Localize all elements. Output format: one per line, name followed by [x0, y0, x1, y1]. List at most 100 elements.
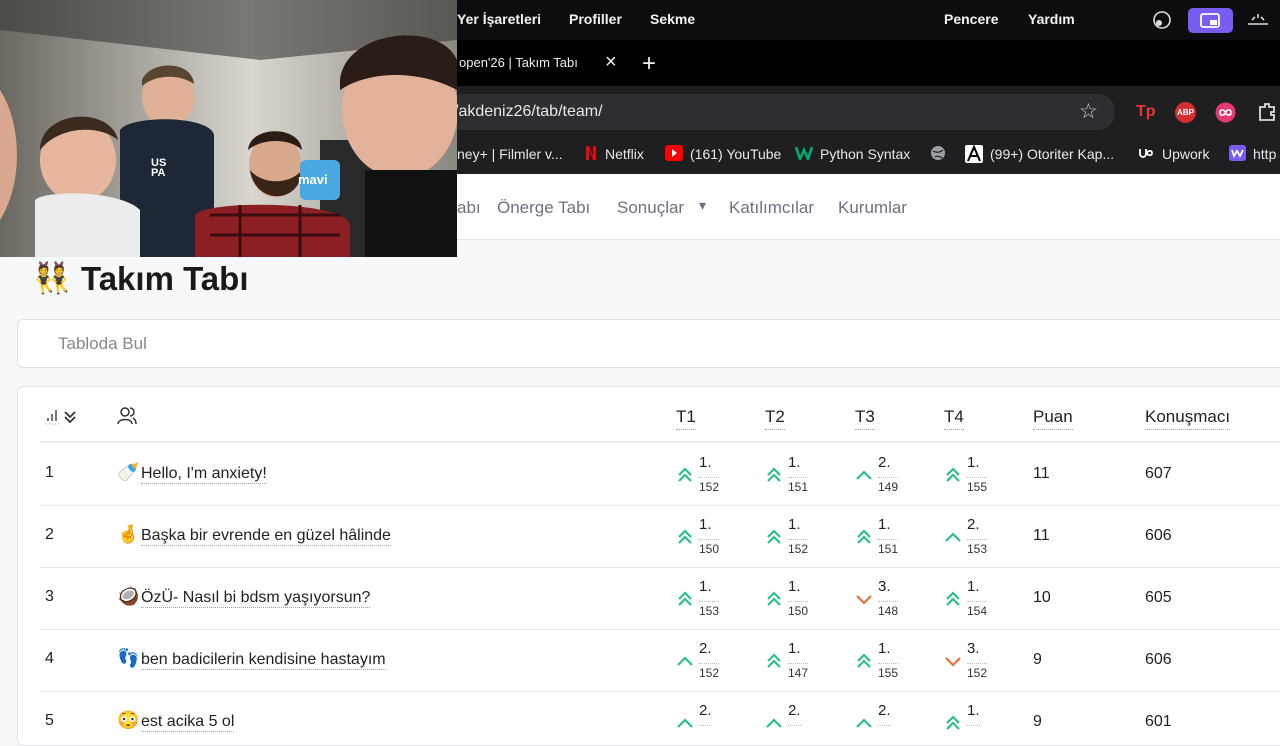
round-place: 1.	[699, 454, 712, 471]
results-dropdown-caret-icon[interactable]: ▾	[699, 197, 706, 214]
team-name-link[interactable]: est acika 5 ol	[141, 713, 235, 732]
row-divider	[40, 691, 1280, 692]
round-place: 1.	[878, 640, 891, 657]
globe-icon[interactable]	[930, 145, 946, 161]
round-speaks: 155	[967, 477, 988, 495]
team-tab-table	[17, 386, 1280, 746]
row-divider	[40, 505, 1280, 506]
menu-profiles[interactable]: Profiller	[569, 11, 622, 27]
new-tab-button[interactable]: +	[642, 50, 656, 78]
team-points: 9	[1033, 713, 1042, 730]
round-place: 1.	[699, 578, 712, 595]
team-name-link[interactable]: ÖzÜ- Nasıl bi bdsm yaşıyorsun?	[141, 589, 371, 608]
round-result: 1. 155	[967, 454, 988, 495]
round-place: 1.	[967, 702, 980, 719]
round-result: 2.	[699, 703, 712, 727]
round-result-icon	[676, 466, 696, 484]
bookmark-otoriter[interactable]: (99+) Otoriter Kap...	[990, 146, 1114, 162]
tab-close-icon[interactable]: ×	[605, 51, 617, 74]
adblock-icon[interactable]: ABP	[1175, 102, 1196, 123]
col-header-t4[interactable]: T4	[944, 407, 964, 430]
team-emoji: 🥥	[117, 586, 140, 606]
tab-title: open'26 | Takım Tabı	[459, 55, 578, 70]
round-speaks: 152	[967, 663, 988, 681]
round-result-icon	[676, 714, 696, 732]
round-speaks: 147	[788, 663, 809, 681]
bookmark-netflix[interactable]: Netflix	[605, 146, 644, 162]
bookmark-star-icon[interactable]: ☆	[1079, 99, 1098, 124]
team-name-link[interactable]: Başka bir evrende en güzel hâlinde	[141, 527, 391, 546]
nav-link-motion-tab[interactable]: Önerge Tabı	[497, 198, 590, 218]
nav-link-tab[interactable]: abı	[457, 198, 481, 218]
round-speaks: 153	[967, 539, 988, 557]
tab-active[interactable]: open'26 | Takım Tabı ×	[430, 46, 630, 80]
status-menu-icon[interactable]	[1152, 10, 1172, 30]
nav-link-results[interactable]: Sonuçlar	[617, 198, 684, 218]
col-header-t1[interactable]: T1	[676, 407, 696, 430]
webcam-overlay: US PA mavi	[0, 0, 457, 257]
team-name-link[interactable]: ben badicilerin kendisine hastayım	[141, 651, 386, 670]
screen-share-icon[interactable]	[1188, 8, 1233, 33]
team-name-link[interactable]: Hello, I'm anxiety!	[141, 465, 267, 484]
round-result-icon	[855, 466, 875, 484]
team-points: 11	[1033, 465, 1050, 482]
extension-infinity-icon[interactable]	[1215, 102, 1236, 123]
page-title: Takım Tabı	[81, 260, 249, 297]
round-result: 2.	[878, 703, 891, 727]
team-users-icon[interactable]	[116, 405, 138, 427]
menu-bookmarks[interactable]: Yer İşaretleri	[457, 11, 541, 27]
extensions-puzzle-icon[interactable]	[1256, 101, 1278, 123]
round-result-icon	[944, 466, 964, 484]
row-rank: 3	[45, 588, 54, 605]
round-result: 1. 154	[967, 579, 988, 619]
round-result-icon	[944, 714, 964, 732]
col-header-points[interactable]: Puan	[1033, 407, 1073, 430]
w3schools-icon	[795, 146, 813, 160]
team-emoji: 🍼	[117, 462, 140, 482]
round-place: 1.	[967, 454, 980, 471]
bookmark-disney[interactable]: ney+ | Filmler v...	[457, 146, 563, 162]
menu-help[interactable]: Yardım	[1028, 11, 1075, 27]
table-search-input[interactable]	[58, 334, 658, 354]
bookmark-http[interactable]: http	[1253, 146, 1276, 162]
team-speaker-total: 607	[1145, 465, 1172, 482]
menu-window[interactable]: Pencere	[944, 11, 998, 27]
sort-rank-icon[interactable]	[46, 407, 78, 425]
round-place: 1.	[788, 578, 801, 595]
bookmark-python-syntax[interactable]: Python Syntax	[820, 146, 910, 162]
round-place: 2.	[699, 640, 712, 657]
col-header-t2[interactable]: T2	[765, 407, 785, 430]
team-emoji: 🤞	[117, 524, 140, 544]
round-result: 3. 152	[967, 641, 988, 681]
extension-tp-icon[interactable]: Tp	[1136, 103, 1156, 121]
round-result-icon	[765, 590, 785, 608]
nav-link-participants[interactable]: Katılımcılar	[729, 198, 814, 218]
webcam-shirt-text: US PA	[151, 157, 167, 179]
round-result: 1. 155	[878, 640, 899, 681]
round-place: 1.	[878, 516, 891, 533]
col-header-t3[interactable]: T3	[855, 407, 875, 430]
col-header-speaker[interactable]: Konuşmacı	[1145, 407, 1231, 430]
round-result-icon	[676, 590, 696, 608]
team-speaker-total: 601	[1145, 713, 1172, 730]
round-result: 1. 152	[699, 454, 720, 495]
address-bar[interactable]: /akdeniz26/tab/team/ ☆	[430, 94, 1115, 130]
round-speaks: 150	[699, 539, 720, 557]
bookmark-youtube[interactable]: (161) YouTube	[690, 146, 781, 162]
bookmark-upwork[interactable]: Upwork	[1162, 146, 1209, 162]
round-result: 1. 151	[878, 516, 899, 557]
round-result-icon	[944, 528, 964, 546]
row-rank: 4	[45, 650, 54, 667]
round-place: 1.	[788, 640, 801, 657]
round-place: 2.	[788, 702, 801, 719]
url-text[interactable]: /akdeniz26/tab/team/	[454, 103, 603, 121]
team-points: 10	[1033, 589, 1051, 606]
round-result-icon	[676, 652, 696, 670]
round-result-icon	[765, 528, 785, 546]
round-result-icon	[944, 590, 964, 608]
control-center-icon[interactable]	[1246, 10, 1270, 30]
row-rank: 2	[45, 526, 54, 543]
nav-link-institutions[interactable]: Kurumlar	[838, 198, 907, 218]
menu-tab[interactable]: Sekme	[650, 11, 695, 27]
round-place: 1.	[699, 516, 712, 533]
